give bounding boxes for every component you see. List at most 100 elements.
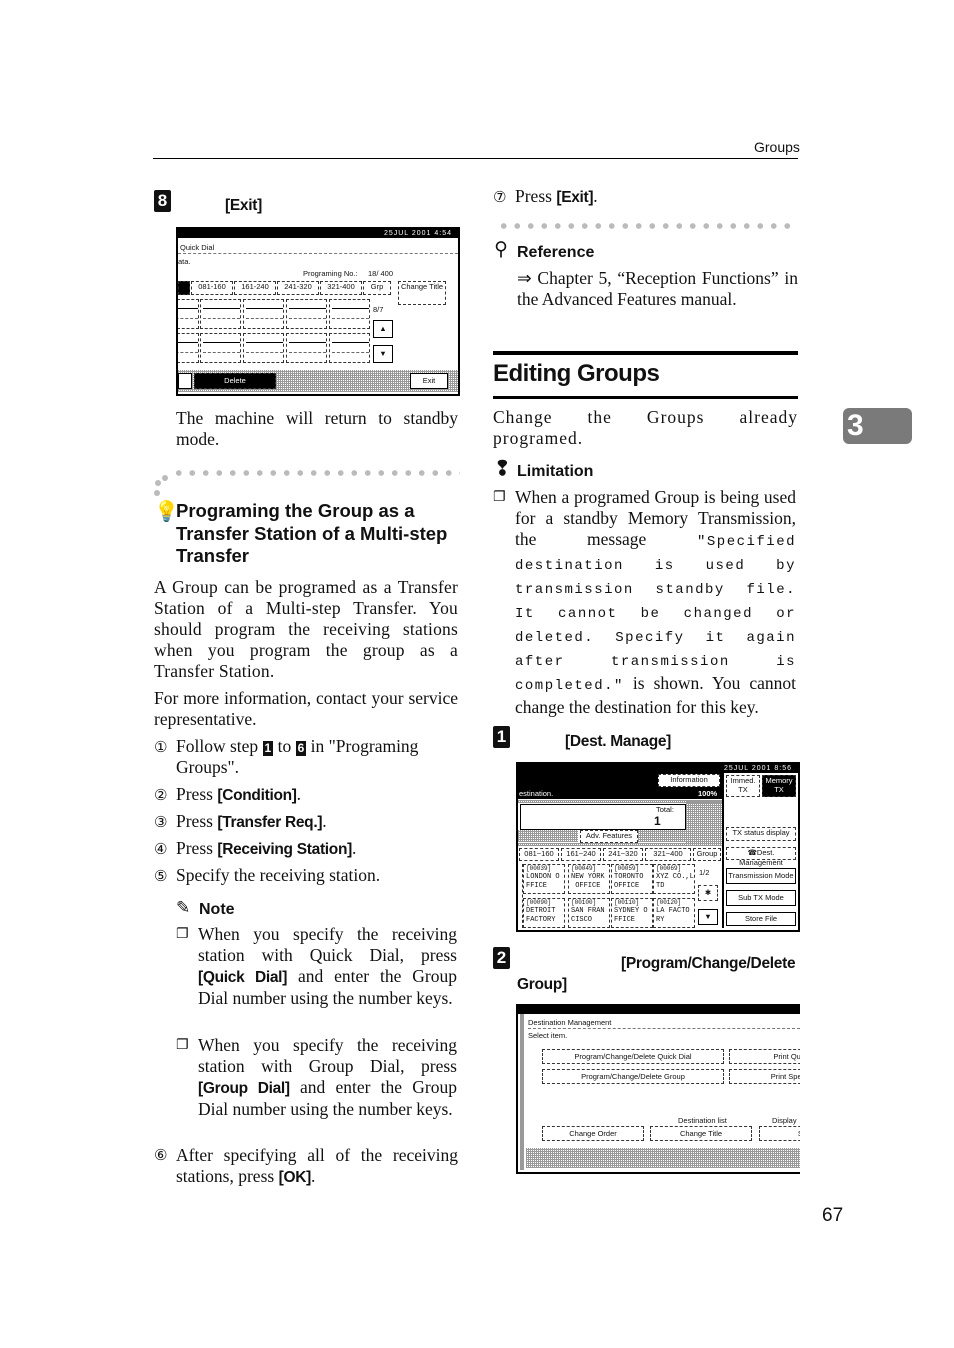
adv-features-button[interactable]: Adv. Features — [580, 830, 638, 843]
entry-line2: TD — [656, 882, 665, 890]
entry-code: [00100] — [571, 899, 597, 906]
step2-key: [Program/Change/Delete Group] — [517, 955, 796, 993]
scroll-down-button[interactable]: ▼ — [698, 909, 718, 925]
page-number: 67 — [822, 1205, 844, 1226]
quick-dial-entry[interactable] — [178, 333, 199, 363]
information-button[interactable]: Information — [658, 774, 720, 787]
substep-3: ③ Press [Transfer Req.]. — [154, 811, 327, 831]
entry-code: [00069] — [656, 865, 682, 872]
checkbox-bullet-icon: ❐ — [176, 926, 189, 942]
screen-title: Destination Management — [528, 1018, 612, 1027]
substep-5: ⑤ Specify the receiving station. — [154, 865, 381, 885]
entry-code: [00120] — [656, 899, 682, 906]
screen-title: Quick Dial — [180, 243, 215, 252]
substep-1: ① Follow step 1 to 6 in "Programing Group… — [154, 736, 419, 777]
destination-entry[interactable]: [00120] LA FACTO RY — [653, 898, 695, 928]
quick-dial-entry[interactable] — [200, 299, 241, 329]
entry-code: [00110] — [614, 899, 640, 906]
delete-button[interactable]: Delete — [194, 373, 276, 389]
destination-entry[interactable]: [00059] TORONTO OFFICE — [611, 864, 653, 894]
entry-line2: FFICE — [526, 882, 548, 890]
step8-result: The machine will return to standby mode. — [176, 408, 458, 449]
tab-081-160[interactable]: 081~160 — [519, 848, 559, 861]
quick-dial-entry[interactable] — [200, 333, 241, 363]
quick-dial-entry[interactable] — [243, 299, 284, 329]
quick-dial-entry[interactable] — [286, 333, 327, 363]
print-quick-button[interactable]: Print Quick — [729, 1049, 800, 1064]
switch-button[interactable]: Swi — [759, 1126, 800, 1141]
destination-entry[interactable]: [00110] SYDNEY O FFICE — [611, 898, 653, 928]
tab-321-400[interactable]: 321~400 — [645, 848, 691, 861]
dest-management-button[interactable]: ☎Dest. Management — [726, 847, 796, 867]
tab-241-320[interactable]: 241-320 — [277, 281, 319, 295]
screen-date: 25JUL 2001 4:54 — [178, 229, 458, 238]
destination-entry[interactable]: [00090] DETROIT FACTORY — [523, 898, 565, 928]
tip-title: Programing the Group as a Transfer Stati… — [176, 500, 448, 566]
substep-7: ⑦ Press [Exit]. — [493, 186, 598, 206]
tx-status-button[interactable]: TX status display — [726, 827, 796, 841]
program-quick-dial-button[interactable]: Program/Change/Delete Quick Dial — [542, 1049, 724, 1064]
tab-321-400[interactable]: 321-400 — [320, 281, 362, 295]
section-rule-bottom — [493, 396, 798, 399]
reference-text: ⇒ Chapter 5, “Reception Functions” in th… — [517, 268, 798, 309]
memory-percent: 100% — [698, 789, 718, 798]
tab-group[interactable]: Grp — [363, 281, 391, 295]
memory-tx-button[interactable]: Memory TX — [762, 775, 796, 797]
exit-button[interactable]: Exit — [410, 373, 448, 389]
note-title: Note — [199, 901, 235, 918]
change-title-button[interactable]: Change Title — [398, 281, 446, 305]
screen-subtitle: Select item. — [528, 1031, 568, 1040]
magnifier-icon: ⚲ — [494, 238, 508, 260]
step-ref-badge: 1 — [262, 741, 274, 756]
note-item-2: ❐ When you specify the receiving station … — [176, 1035, 457, 1119]
tab-241-320[interactable]: 241~320 — [603, 848, 643, 861]
change-title-button[interactable]: Change Title — [650, 1126, 752, 1141]
destination-entry[interactable]: [00069] XYZ CO.,L TD — [653, 864, 695, 894]
destination-entry[interactable]: [00039] LONDON O FFICE — [523, 864, 565, 894]
step-badge-1: 1 — [493, 726, 510, 748]
step-badge-8: 8 — [154, 190, 171, 212]
entry-line1: LONDON O — [526, 873, 560, 881]
quick-dial-screen: 25JUL 2001 4:54 Quick Dial ata. Programi… — [176, 227, 460, 396]
limitation-icon: ❢ — [494, 458, 511, 480]
destination-entry[interactable]: [00049] NEW YORK OFFICE — [568, 864, 610, 894]
print-speed-button[interactable]: Print Speed — [729, 1069, 800, 1084]
scroll-star-button[interactable]: ✱ — [698, 885, 718, 901]
quick-dial-entry[interactable] — [243, 333, 284, 363]
quick-dial-entry[interactable] — [329, 333, 370, 363]
tab-161-240[interactable]: 161~240 — [561, 848, 601, 861]
entry-line1: NEW YORK — [571, 873, 605, 881]
entry-line1: SAN FRAN — [571, 907, 605, 915]
tab-161-240[interactable]: 161-240 — [234, 281, 276, 295]
quick-dial-entry[interactable] — [286, 299, 327, 329]
section-rule-top — [493, 351, 798, 355]
tab-081-160[interactable]: 081-160 — [191, 281, 233, 295]
immed-tx-button[interactable]: Immed. TX — [726, 775, 760, 797]
limitation-item: ❐ When a programed Group is being used fo… — [493, 487, 796, 717]
store-file-button[interactable]: Store File — [726, 912, 796, 926]
page-indicator: 8/7 — [373, 305, 384, 314]
step8-key: [Exit] — [225, 197, 262, 214]
tip-separator — [172, 470, 460, 476]
quick-dial-entry[interactable] — [178, 299, 199, 329]
scroll-down-button[interactable]: ▼ — [373, 345, 393, 363]
note-item-1: ❐ When you specify the receiving station … — [176, 924, 457, 1008]
change-order-button[interactable]: Change Order — [542, 1126, 644, 1141]
pencil-icon: ✎ — [176, 898, 191, 918]
sub-tx-mode-button[interactable]: Sub TX Mode — [726, 890, 796, 906]
screen-subtitle: ata. — [178, 257, 191, 266]
tab-001-080[interactable] — [178, 281, 190, 295]
section-intro: Change the Groups already programed. — [493, 407, 798, 448]
tab-group[interactable]: Group — [693, 848, 721, 861]
program-group-button[interactable]: Program/Change/Delete Group — [542, 1069, 724, 1084]
substep-4: ④ Press [Receiving Station]. — [154, 838, 357, 858]
step-badge-2: 2 — [493, 947, 510, 969]
entry-line2: RY — [656, 916, 665, 924]
entry-line2: CISCO — [571, 916, 593, 924]
entry-code: [00049] — [571, 865, 597, 872]
destination-entry[interactable]: [00100] SAN FRAN CISCO — [568, 898, 610, 928]
scroll-up-button[interactable]: ▲ — [373, 320, 393, 338]
transmission-mode-button[interactable]: Transmission Mode — [726, 868, 796, 884]
entry-code: [00090] — [526, 899, 552, 906]
quick-dial-entry[interactable] — [329, 299, 370, 329]
